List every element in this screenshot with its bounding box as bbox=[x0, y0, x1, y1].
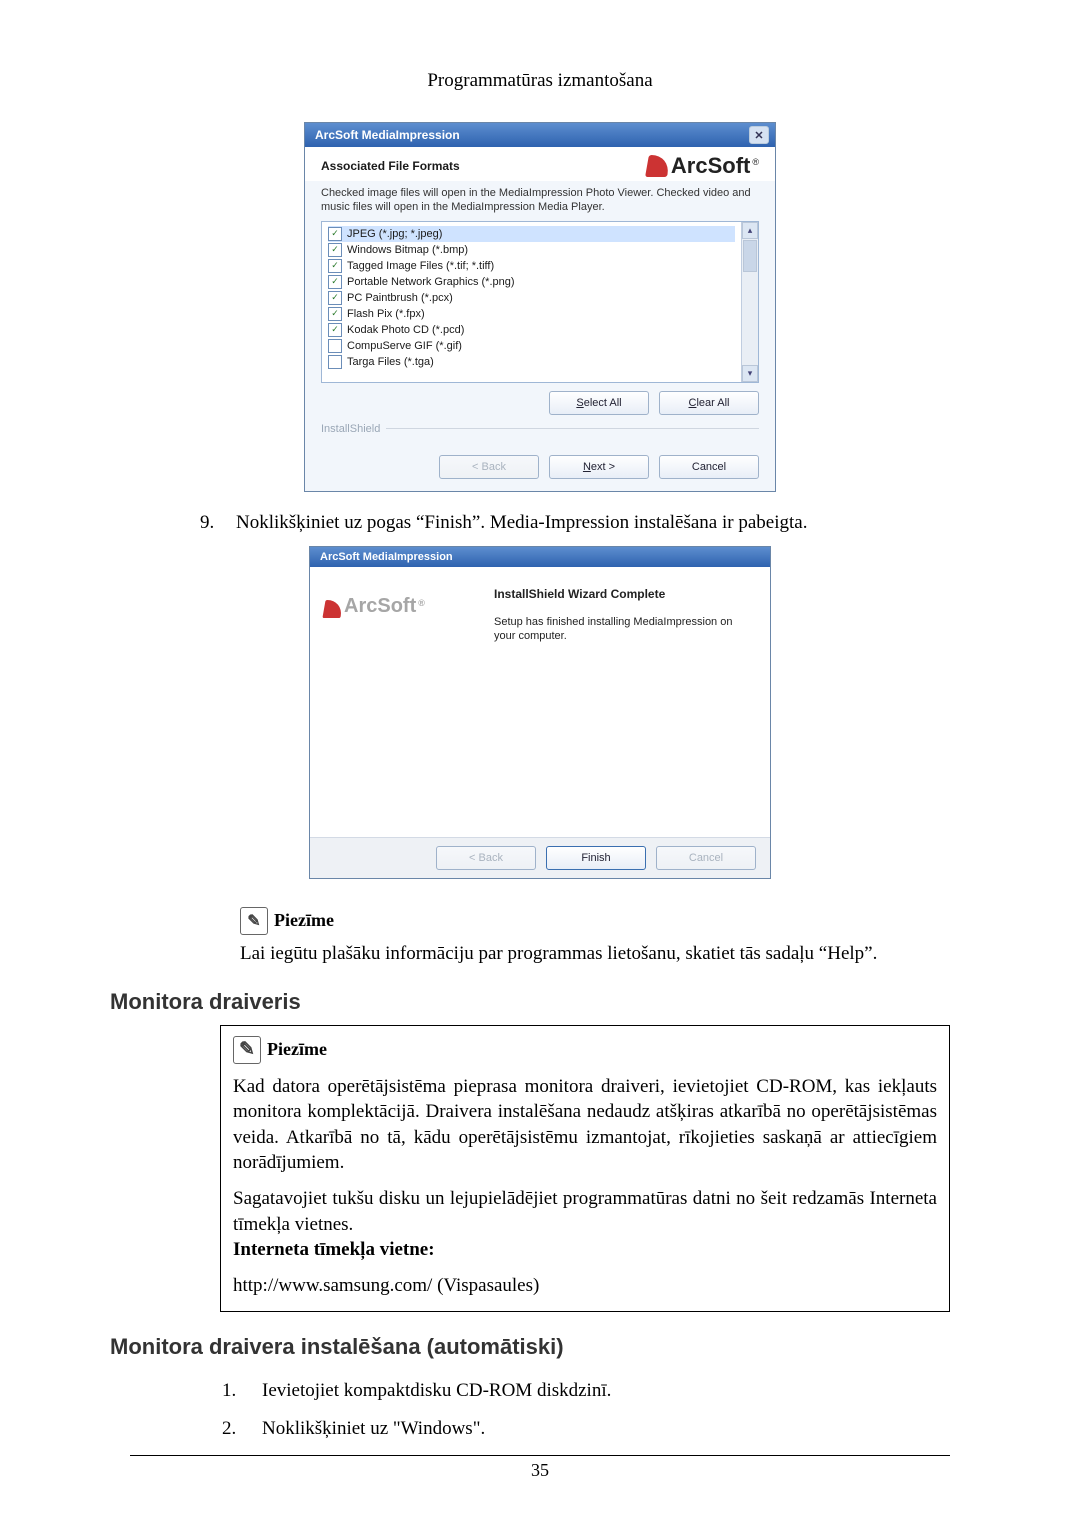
scroll-thumb[interactable] bbox=[743, 240, 757, 272]
wizard-complete-heading: InstallShield Wizard Complete bbox=[494, 587, 752, 601]
back-button: < Back bbox=[436, 846, 536, 870]
installshield-brand: InstallShield bbox=[321, 423, 380, 435]
checkbox-icon[interactable] bbox=[328, 355, 342, 369]
dialog1: ArcSoft MediaImpression ✕ Associated Fil… bbox=[304, 122, 776, 492]
select-all-button[interactable]: Select All bbox=[549, 391, 649, 415]
cancel-button: Cancel bbox=[656, 846, 756, 870]
page-header: Programmatūras izmantošana bbox=[130, 70, 950, 92]
format-list[interactable]: JPEG (*.jpg; *.jpeg) Windows Bitmap (*.bm… bbox=[322, 222, 741, 382]
note-icon: ✎ bbox=[240, 907, 268, 935]
section-monitor-driver: Monitora draiveris bbox=[110, 989, 950, 1015]
list-item-number: 1. bbox=[222, 1380, 242, 1402]
checkbox-icon[interactable] bbox=[328, 243, 342, 257]
format-item[interactable]: Kodak Photo CD (*.pcd) bbox=[328, 322, 735, 338]
list-item-text: Ievietojiet kompaktdisku CD-ROM diskdzin… bbox=[262, 1380, 611, 1402]
arcsoft-logo-text: ArcSoft bbox=[671, 155, 750, 177]
list-item-number: 2. bbox=[222, 1418, 242, 1440]
dialog2: ArcSoft MediaImpression ArcSoft ® Instal… bbox=[309, 546, 771, 879]
finish-button[interactable]: Finish bbox=[546, 846, 646, 870]
format-label: CompuServe GIF (*.gif) bbox=[347, 340, 462, 352]
note-box-url: http://www.samsung.com/ (Vispasaules) bbox=[233, 1273, 937, 1299]
format-item[interactable]: Tagged Image Files (*.tif; *.tiff) bbox=[328, 258, 735, 274]
format-label: Flash Pix (*.fpx) bbox=[347, 308, 425, 320]
list-item-text: Noklikšķiniet uz "Windows". bbox=[262, 1418, 485, 1440]
cancel-button[interactable]: Cancel bbox=[659, 455, 759, 479]
scrollbar[interactable]: ▴ ▾ bbox=[741, 222, 758, 382]
back-button: < Back bbox=[439, 455, 539, 479]
note-label: Piezīme bbox=[274, 910, 334, 931]
checkbox-icon[interactable] bbox=[328, 307, 342, 321]
step-text: Noklikšķiniet uz pogas “Finish”. Media-I… bbox=[236, 512, 807, 534]
format-item[interactable]: Targa Files (*.tga) bbox=[328, 354, 735, 370]
list-item: 2. Noklikšķiniet uz "Windows". bbox=[222, 1418, 950, 1440]
wizard-complete-text: Setup has finished installing MediaImpre… bbox=[494, 615, 752, 645]
note-1-header: ✎ Piezīme bbox=[240, 907, 950, 935]
arcsoft-logo: ArcSoft ® bbox=[324, 595, 474, 618]
format-label: Kodak Photo CD (*.pcd) bbox=[347, 324, 464, 336]
checkbox-icon[interactable] bbox=[328, 291, 342, 305]
list-item: 1. Ievietojiet kompaktdisku CD-ROM diskdz… bbox=[222, 1380, 950, 1402]
arcsoft-icon bbox=[322, 600, 343, 618]
format-item[interactable]: Windows Bitmap (*.bmp) bbox=[328, 242, 735, 258]
dialog1-title-text: ArcSoft MediaImpression bbox=[315, 128, 460, 142]
format-item[interactable]: CompuServe GIF (*.gif) bbox=[328, 338, 735, 354]
format-label: Portable Network Graphics (*.png) bbox=[347, 276, 515, 288]
checkbox-icon[interactable] bbox=[328, 227, 342, 241]
checkbox-icon[interactable] bbox=[328, 275, 342, 289]
dialog2-title-text: ArcSoft MediaImpression bbox=[320, 551, 453, 563]
note-icon: ✎ bbox=[233, 1036, 261, 1064]
format-label: PC Paintbrush (*.pcx) bbox=[347, 292, 453, 304]
checkbox-icon[interactable] bbox=[328, 339, 342, 353]
page-number: 35 bbox=[531, 1460, 549, 1480]
format-label: Targa Files (*.tga) bbox=[347, 356, 434, 368]
checkbox-icon[interactable] bbox=[328, 259, 342, 273]
format-item[interactable]: JPEG (*.jpg; *.jpeg) bbox=[328, 226, 735, 242]
format-item[interactable]: PC Paintbrush (*.pcx) bbox=[328, 290, 735, 306]
clear-all-button[interactable]: Clear All bbox=[659, 391, 759, 415]
dialog2-sidebar: ArcSoft ® bbox=[310, 567, 484, 837]
checkbox-icon[interactable] bbox=[328, 323, 342, 337]
registered-mark: ® bbox=[752, 157, 759, 167]
arcsoft-icon bbox=[645, 155, 671, 177]
format-label: Tagged Image Files (*.tif; *.tiff) bbox=[347, 260, 494, 272]
format-label: JPEG (*.jpg; *.jpeg) bbox=[347, 228, 442, 240]
close-icon[interactable]: ✕ bbox=[749, 126, 769, 144]
next-button[interactable]: Next > bbox=[549, 455, 649, 479]
associated-formats-heading: Associated File Formats bbox=[321, 159, 460, 173]
dialog2-figure: ArcSoft MediaImpression ArcSoft ® Instal… bbox=[130, 546, 950, 879]
note-box-para1: Kad datora operētājsistēma pieprasa moni… bbox=[233, 1074, 937, 1177]
arcsoft-logo-text: ArcSoft bbox=[344, 595, 416, 618]
format-label: Windows Bitmap (*.bmp) bbox=[347, 244, 468, 256]
note-label: Piezīme bbox=[267, 1037, 327, 1061]
format-list-container: JPEG (*.jpg; *.jpeg) Windows Bitmap (*.bm… bbox=[321, 221, 759, 383]
note-box-para2: Sagatavojiet tukšu disku un lejupielādēj… bbox=[233, 1186, 937, 1237]
format-item[interactable]: Flash Pix (*.fpx) bbox=[328, 306, 735, 322]
note-box-bold-line: Interneta tīmekļa vietne: bbox=[233, 1237, 937, 1263]
section-install-auto: Monitora draivera instalēšana (automātis… bbox=[110, 1334, 950, 1360]
step-number: 9. bbox=[200, 512, 218, 534]
registered-mark: ® bbox=[418, 598, 425, 608]
dialog1-figure: ArcSoft MediaImpression ✕ Associated Fil… bbox=[130, 122, 950, 492]
scroll-up-icon[interactable]: ▴ bbox=[742, 222, 758, 239]
dialog1-description: Checked image files will open in the Med… bbox=[321, 187, 759, 215]
note-box: ✎ Piezīme Kad datora operētājsistēma pie… bbox=[220, 1025, 950, 1312]
dialog2-titlebar: ArcSoft MediaImpression bbox=[310, 547, 770, 567]
arcsoft-logo: ArcSoft ® bbox=[647, 155, 759, 177]
scroll-down-icon[interactable]: ▾ bbox=[742, 365, 758, 382]
format-item[interactable]: Portable Network Graphics (*.png) bbox=[328, 274, 735, 290]
dialog2-content: InstallShield Wizard Complete Setup has … bbox=[484, 567, 770, 837]
dialog1-titlebar: ArcSoft MediaImpression ✕ bbox=[305, 123, 775, 147]
note-1-text: Lai iegūtu plašāku informāciju par progr… bbox=[240, 943, 950, 965]
step-9: 9. Noklikšķiniet uz pogas “Finish”. Medi… bbox=[200, 512, 950, 534]
install-steps-list: 1. Ievietojiet kompaktdisku CD-ROM diskdz… bbox=[222, 1380, 950, 1440]
page-footer: 35 bbox=[130, 1455, 950, 1481]
